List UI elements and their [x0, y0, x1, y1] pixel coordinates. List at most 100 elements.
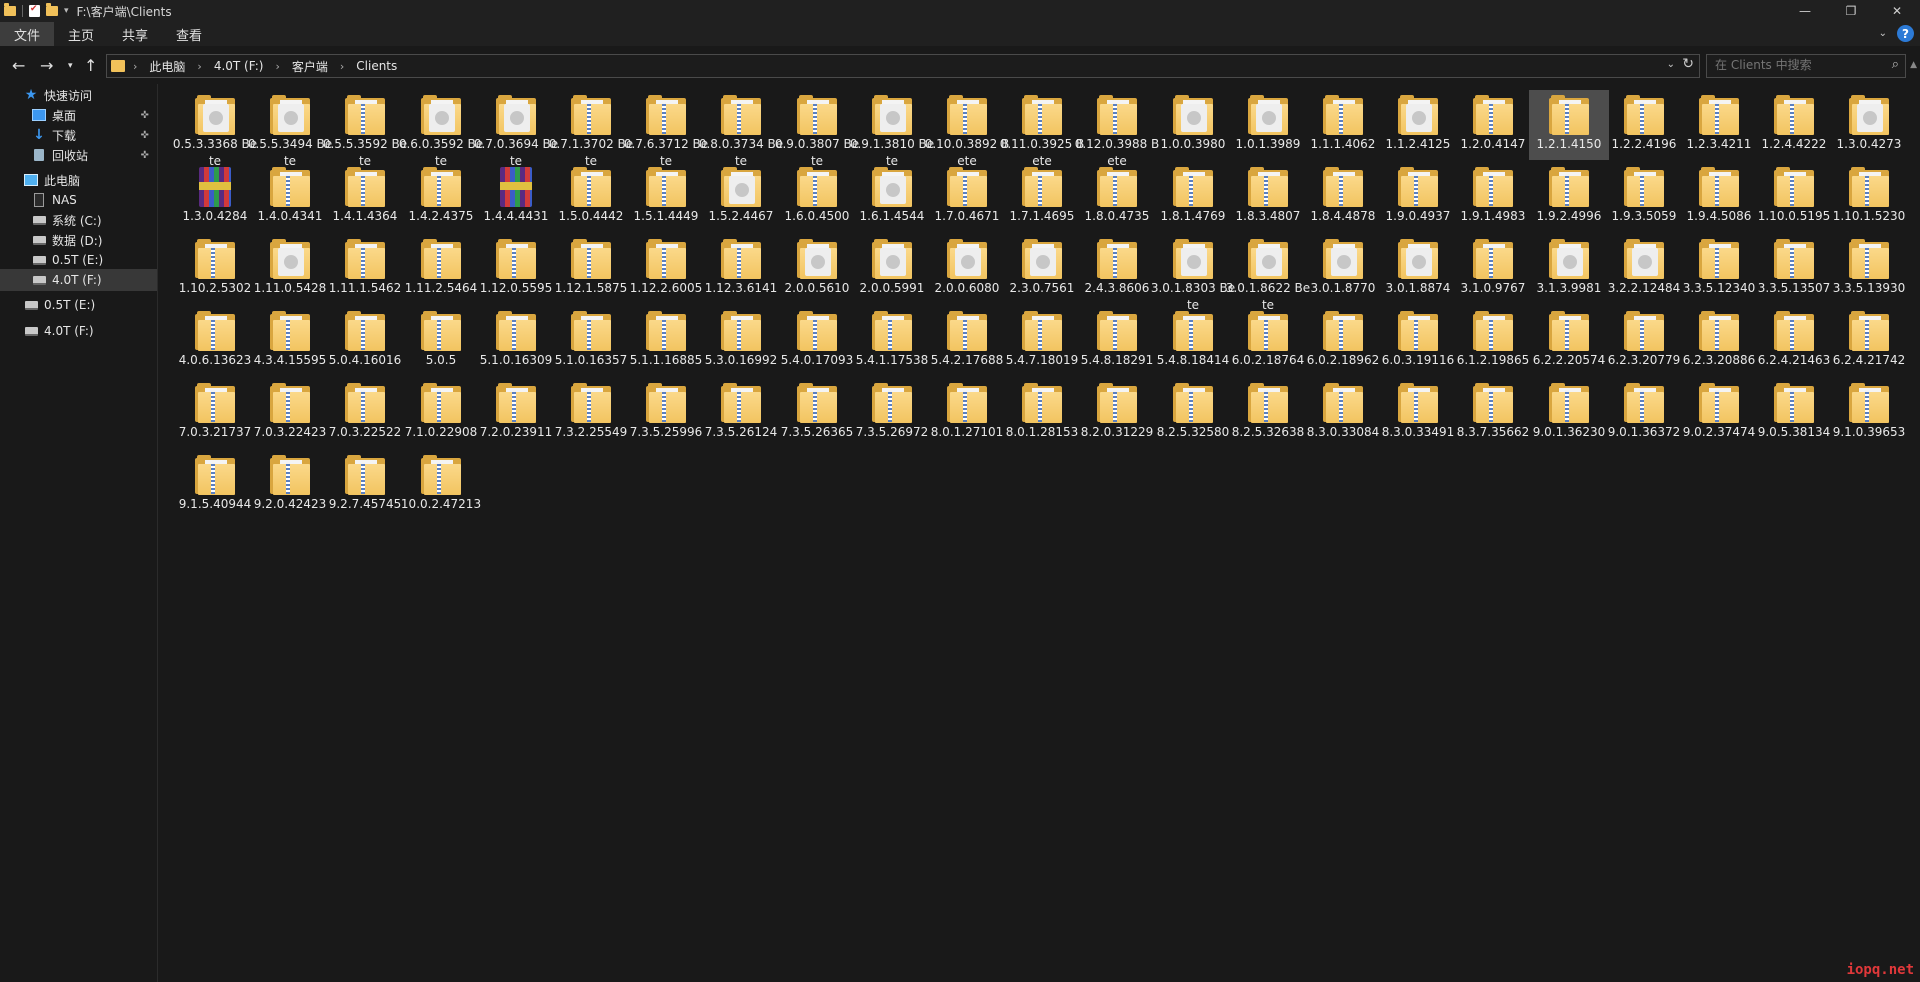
- folder-item[interactable]: 8.0.1.28153: [1005, 378, 1079, 464]
- folder-item[interactable]: 8.2.5.32580: [1156, 378, 1230, 464]
- folder-item[interactable]: 7.3.5.26365: [780, 378, 854, 464]
- folder-item[interactable]: 9.0.2.37474: [1682, 378, 1756, 464]
- folder-icon: [872, 383, 912, 423]
- folder-name: 1.8.0.4735: [1084, 209, 1150, 223]
- breadcrumb-clients[interactable]: Clients: [356, 59, 397, 73]
- scroll-up-arrow[interactable]: ▲: [1910, 60, 1917, 70]
- sidebar-item-drive-f[interactable]: 4.0T (F:): [0, 269, 157, 291]
- folder-icon: [195, 239, 235, 279]
- folder-item[interactable]: 9.2.7.45745: [328, 450, 402, 536]
- folder-item[interactable]: 8.3.0.33084: [1306, 378, 1380, 464]
- folder-item[interactable]: 7.2.0.23911: [479, 378, 553, 464]
- sidebar-item-this-pc[interactable]: 此电脑: [0, 169, 157, 191]
- folder-icon: [345, 167, 385, 207]
- tab-view[interactable]: 查看: [162, 22, 216, 46]
- tab-home[interactable]: 主页: [54, 22, 108, 46]
- back-button[interactable]: ←: [12, 56, 25, 75]
- sidebar-item-label: 下载: [52, 128, 77, 143]
- refresh-icon[interactable]: ↻: [1682, 56, 1694, 72]
- breadcrumb-client-folder[interactable]: 客户端: [292, 58, 328, 75]
- folder-icon: [797, 311, 837, 351]
- help-button[interactable]: ?: [1897, 25, 1914, 42]
- sidebar-item-quick-access[interactable]: ★ 快速访问: [0, 84, 157, 106]
- computer-icon: [24, 174, 38, 186]
- chevron-right-icon: ›: [133, 59, 138, 73]
- new-folder-icon[interactable]: [46, 3, 58, 16]
- folder-icon: [646, 311, 686, 351]
- sidebar-item-drive-f-2[interactable]: 4.0T (F:): [0, 320, 157, 342]
- folder-name: 1.10.2.5302: [178, 281, 252, 295]
- expand-ribbon-icon[interactable]: ⌄: [1879, 28, 1887, 39]
- chevron-right-icon[interactable]: ›: [340, 60, 344, 73]
- chevron-right-icon[interactable]: ›: [275, 60, 279, 73]
- breadcrumb-drive-f[interactable]: 4.0T (F:): [214, 59, 264, 73]
- folder-icon: [1549, 95, 1589, 135]
- folder-name: 5.4.8.18414: [1156, 353, 1230, 367]
- folder-name: 8.3.0.33491: [1381, 425, 1455, 439]
- folder-icon: [646, 167, 686, 207]
- folder-name: 5.3.0.16992: [704, 353, 778, 367]
- folder-icon: [721, 311, 761, 351]
- folder-name: 1.3.0.4284: [182, 209, 248, 223]
- breadcrumb-this-pc[interactable]: 此电脑: [149, 58, 185, 75]
- forward-button[interactable]: →: [40, 56, 53, 75]
- tab-file[interactable]: 文件: [0, 22, 55, 46]
- sidebar-item-drive-e-2[interactable]: 0.5T (E:): [0, 294, 157, 316]
- folder-item[interactable]: 7.3.5.25996: [629, 378, 703, 464]
- sidebar-item-drive-e[interactable]: 0.5T (E:): [0, 249, 157, 271]
- sidebar-item-system-c[interactable]: 系统 (C:): [0, 209, 157, 231]
- folder-icon: [1699, 311, 1739, 351]
- folder-item[interactable]: 9.0.1.36372: [1607, 378, 1681, 464]
- folder-name: 6.2.2.20574: [1532, 353, 1606, 367]
- folder-item[interactable]: 9.0.1.36230: [1532, 378, 1606, 464]
- folder-name: 8.0.1.27101: [930, 425, 1004, 439]
- folder-item[interactable]: 8.2.5.32638: [1231, 378, 1305, 464]
- address-bar[interactable]: › 此电脑 › 4.0T (F:) › 客户端 › Clients ⌄ ↻: [106, 54, 1700, 78]
- sidebar-item-data-d[interactable]: 数据 (D:): [0, 229, 157, 251]
- tab-share[interactable]: 共享: [108, 22, 162, 46]
- folder-item[interactable]: 8.3.0.33491: [1381, 378, 1455, 464]
- folder-item[interactable]: 8.3.7.35662: [1456, 378, 1530, 464]
- address-history-chevron-down-icon[interactable]: ⌄: [1667, 59, 1675, 70]
- folder-name: 6.0.2.18962: [1306, 353, 1380, 367]
- folder-item[interactable]: 10.0.2.47213: [401, 450, 481, 536]
- recent-locations-chevron-down-icon[interactable]: ▾: [68, 61, 73, 71]
- folder-icon: [1173, 311, 1213, 351]
- folder-icon: [1473, 239, 1513, 279]
- up-button[interactable]: ↑: [84, 56, 97, 75]
- folder-icon: [1022, 311, 1062, 351]
- sidebar-item-desktop[interactable]: 桌面 ✜: [0, 104, 157, 126]
- search-box[interactable]: ⌕: [1706, 54, 1906, 78]
- title-bar: ▾ F:\客户端\Clients — ❐ ✕: [0, 0, 1920, 22]
- folder-name: 4.3.4.15595: [253, 353, 327, 367]
- folder-item[interactable]: 9.1.5.40944: [178, 450, 252, 536]
- properties-icon[interactable]: [29, 4, 40, 17]
- folder-item[interactable]: 7.3.5.26124: [704, 378, 778, 464]
- folder-icon: [270, 311, 310, 351]
- close-button[interactable]: ✕: [1874, 0, 1920, 22]
- chevron-right-icon[interactable]: ›: [197, 60, 201, 73]
- folder-with-document-icon: [1398, 239, 1438, 279]
- folder-icon: [1774, 95, 1814, 135]
- folder-item[interactable]: 8.2.0.31229: [1080, 378, 1154, 464]
- search-input[interactable]: [1707, 55, 1885, 75]
- restore-button[interactable]: ❐: [1828, 0, 1874, 22]
- sidebar-item-nas[interactable]: NAS: [0, 189, 157, 211]
- folder-item[interactable]: 7.3.2.25549: [554, 378, 628, 464]
- quick-access-toolbar-dropdown-icon[interactable]: ▾: [64, 6, 69, 16]
- folder-item[interactable]: 8.0.1.27101: [930, 378, 1004, 464]
- folder-item[interactable]: 9.0.5.38134: [1757, 378, 1831, 464]
- minimize-button[interactable]: —: [1782, 0, 1828, 22]
- folder-name: 9.2.0.42423: [253, 497, 327, 511]
- folder-with-document-icon: [872, 239, 912, 279]
- folder-icon: [646, 239, 686, 279]
- winrar-archive-icon: [195, 167, 235, 207]
- folder-item[interactable]: 9.1.0.39653: [1832, 378, 1906, 464]
- folder-name: 5.1.0.16309: [479, 353, 553, 367]
- folder-item[interactable]: 7.3.5.26972: [855, 378, 929, 464]
- drive-icon: [32, 214, 46, 226]
- sidebar-item-recycle-bin[interactable]: 回收站 ✜: [0, 144, 157, 166]
- sidebar-item-downloads[interactable]: ↓ 下载 ✜: [0, 124, 157, 146]
- folder-item[interactable]: 9.2.0.42423: [253, 450, 327, 536]
- folder-name: 5.4.0.17093: [780, 353, 854, 367]
